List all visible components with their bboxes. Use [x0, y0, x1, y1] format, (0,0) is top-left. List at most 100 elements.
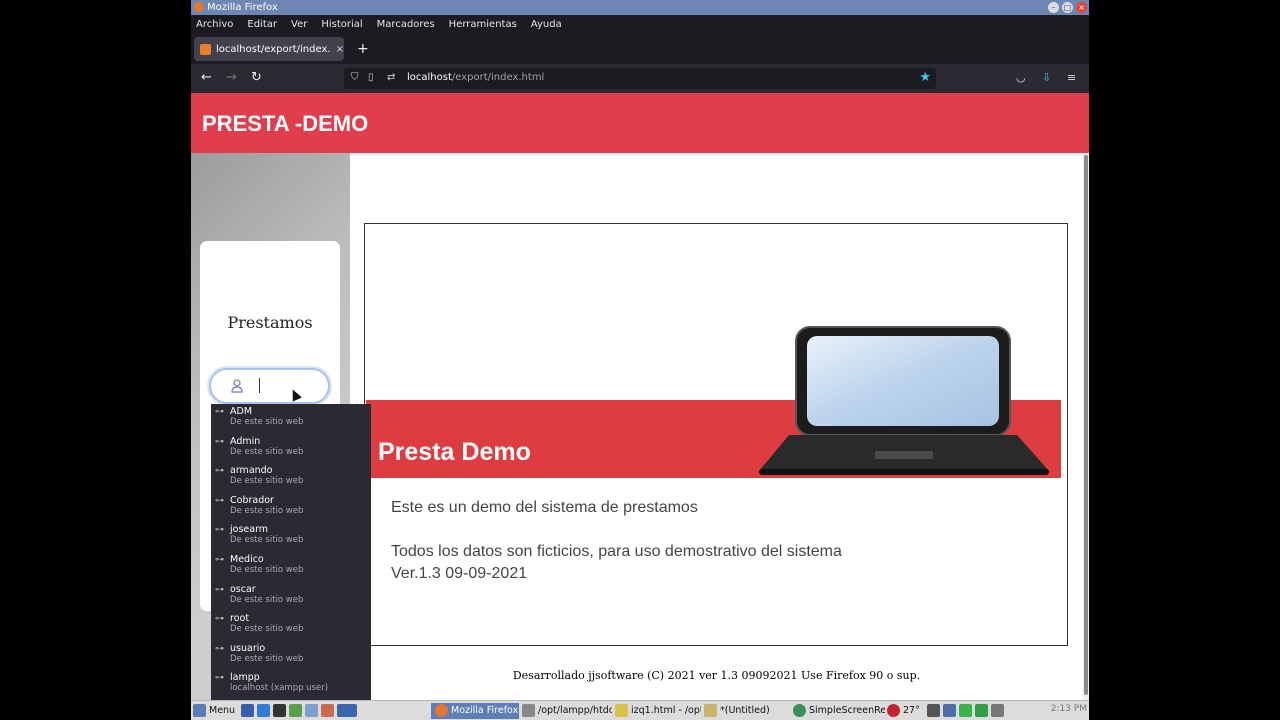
- tray-icons[interactable]: [927, 703, 1007, 719]
- start-menu-label: Menu: [209, 705, 236, 716]
- page-footer: Desarrollado jjsoftware (C) 2021 ver 1.3…: [512, 669, 921, 682]
- taskbar-item-editor-label: izq1.html - /opt: [631, 705, 701, 716]
- battery-icon[interactable]: [959, 704, 972, 717]
- taskbar-item-files[interactable]: /opt/lampp/htdc: [522, 703, 612, 719]
- menu-ver[interactable]: Ver: [291, 19, 307, 30]
- app-icon[interactable]: [321, 704, 334, 717]
- window-title: Mozilla Firefox: [207, 2, 278, 13]
- browser-icon[interactable]: [257, 704, 270, 717]
- clipboard-icon[interactable]: [991, 704, 1004, 717]
- menu-historial[interactable]: Historial: [321, 19, 362, 30]
- autocomplete-source: De este sitio web: [230, 476, 304, 487]
- autocomplete-item[interactable]: ⊶ Admin De este sitio web: [211, 434, 371, 464]
- menu-ayuda[interactable]: Ayuda: [531, 19, 562, 30]
- autocomplete-username: usuario: [230, 642, 266, 654]
- key-icon: ⊶: [215, 495, 224, 506]
- text-caret: [259, 378, 260, 393]
- forward-button[interactable]: →: [226, 70, 237, 86]
- shield-icon[interactable]: ⛉: [351, 72, 359, 83]
- files-icon[interactable]: [289, 704, 302, 717]
- favicon-icon: [200, 43, 211, 55]
- autocomplete-username: josearm: [230, 524, 269, 536]
- banner-title: Presta Demo: [378, 438, 531, 466]
- description: Este es un demo del sistema de prestamos…: [391, 497, 842, 585]
- menu-editar[interactable]: Editar: [247, 19, 277, 30]
- notepad-task-icon: [704, 704, 717, 717]
- autocomplete-item[interactable]: ⊶ armando De este sitio web: [211, 463, 371, 493]
- maximize-button[interactable]: □: [1062, 2, 1073, 13]
- autocomplete-source: De este sitio web: [230, 417, 304, 427]
- scrollbar-thumb[interactable]: [1084, 155, 1088, 695]
- autocomplete-username: Admin: [230, 435, 261, 447]
- site-brand[interactable]: PRESTA -DEMO: [202, 111, 368, 137]
- taskbar-item-firefox[interactable]: Mozilla Firefox: [431, 703, 519, 719]
- autocomplete-item[interactable]: ⊶ Cobrador De este sitio web: [211, 493, 371, 523]
- desc-line-1: Este es un demo del sistema de prestamos: [391, 499, 698, 516]
- close-window-button[interactable]: ×: [1076, 2, 1087, 13]
- taskbar-item-firefox-label: Mozilla Firefox: [451, 705, 519, 716]
- taskbar-item-screenrecorder[interactable]: SimpleScreenRe: [793, 703, 885, 719]
- autocomplete-username: lampp: [230, 672, 260, 684]
- bookmark-star-icon[interactable]: ★: [919, 70, 931, 85]
- login-title: Prestamos: [227, 313, 313, 332]
- desc-line-2: Todos los datos son ficticios, para uso …: [391, 543, 842, 560]
- autocomplete-item[interactable]: ⊶ usuario De este sitio web: [211, 641, 371, 671]
- taskbar-item-untitled-label: *(Untitled): [720, 705, 770, 716]
- laptop-image: [759, 326, 1049, 475]
- reload-button[interactable]: ↻: [251, 70, 262, 86]
- network-icon[interactable]: [943, 704, 956, 717]
- autocomplete-item[interactable]: ⊶ root De este sitio web: [211, 611, 371, 641]
- back-button[interactable]: ←: [201, 70, 212, 86]
- app-menu-icon[interactable]: ≡: [1067, 71, 1076, 84]
- key-icon: ⊶: [215, 525, 224, 536]
- version-text: Ver.1.3 09-09-2021: [391, 565, 528, 582]
- pocket-icon[interactable]: ◡: [1016, 71, 1026, 84]
- autocomplete-item[interactable]: ⊶ ADM De este sitio web: [211, 404, 371, 434]
- navigation-bar: ← → ↻ ⛉ ▯ ⇄ localhost/export/index.html …: [191, 64, 1089, 93]
- terminal-icon[interactable]: [273, 704, 286, 717]
- new-tab-button[interactable]: +: [357, 42, 369, 56]
- tab-close-icon[interactable]: ×: [336, 44, 344, 55]
- taskbar: Menu Mozilla Firefox /opt/lampp/htdc izq…: [191, 700, 1089, 720]
- workspace-icon[interactable]: [337, 704, 357, 717]
- autocomplete-source: De este sitio web: [230, 505, 304, 516]
- recorder-task-icon: [793, 704, 806, 717]
- permissions-icon[interactable]: ⇄: [387, 72, 395, 83]
- autocomplete-source: De este sitio web: [230, 624, 304, 635]
- autocomplete-item[interactable]: ⊶ Medico De este sitio web: [211, 552, 371, 582]
- autocomplete-item[interactable]: ⊶ josearm De este sitio web: [211, 522, 371, 552]
- key-icon: ⊶: [215, 554, 224, 565]
- username-field[interactable]: [209, 368, 330, 404]
- autocomplete-username: Medico: [230, 553, 264, 565]
- welcome-panel: Presta Demo Este es un demo del sistema …: [364, 223, 1068, 646]
- weather-icon: [887, 704, 900, 717]
- xfce-icon[interactable]: [241, 704, 254, 717]
- tab-title: localhost/export/index.htm: [216, 43, 331, 55]
- menu-herramientas[interactable]: Herramientas: [449, 19, 517, 30]
- key-icon: ⊶: [215, 436, 224, 447]
- taskbar-item-untitled[interactable]: *(Untitled): [704, 703, 790, 719]
- autocomplete-username: armando: [230, 465, 273, 477]
- firefox-task-icon: [435, 704, 448, 717]
- taskbar-item-editor[interactable]: izq1.html - /opt: [615, 703, 701, 719]
- start-menu-button[interactable]: Menu: [193, 703, 235, 719]
- volume-icon[interactable]: [927, 704, 940, 717]
- menu-archivo[interactable]: Archivo: [196, 19, 233, 30]
- url-text[interactable]: localhost/export/index.html: [407, 72, 544, 83]
- autocomplete-item[interactable]: ⊶ oscar De este sitio web: [211, 582, 371, 612]
- menu-marcadores[interactable]: Marcadores: [377, 19, 435, 30]
- downloads-icon[interactable]: ⇩: [1042, 71, 1051, 84]
- autocomplete-source: De este sitio web: [230, 535, 304, 546]
- launcher-icons[interactable]: [241, 703, 360, 719]
- url-bar[interactable]: ⛉ ▯ ⇄ localhost/export/index.html ★: [344, 68, 936, 89]
- folder-task-icon: [522, 704, 535, 717]
- autocomplete-username: oscar: [230, 583, 256, 595]
- shield-tray-icon[interactable]: [975, 704, 988, 717]
- minimize-button[interactable]: –: [1048, 2, 1059, 13]
- tab-active[interactable]: localhost/export/index.htm ×: [194, 37, 344, 61]
- editor-icon[interactable]: [305, 704, 318, 717]
- weather-widget[interactable]: 27°: [887, 703, 920, 719]
- page-scrollbar[interactable]: [1083, 153, 1089, 700]
- autocomplete-item[interactable]: ⊶ lampp localhost (xampp user): [211, 670, 371, 700]
- tab-bar: localhost/export/index.htm × +: [191, 34, 1089, 64]
